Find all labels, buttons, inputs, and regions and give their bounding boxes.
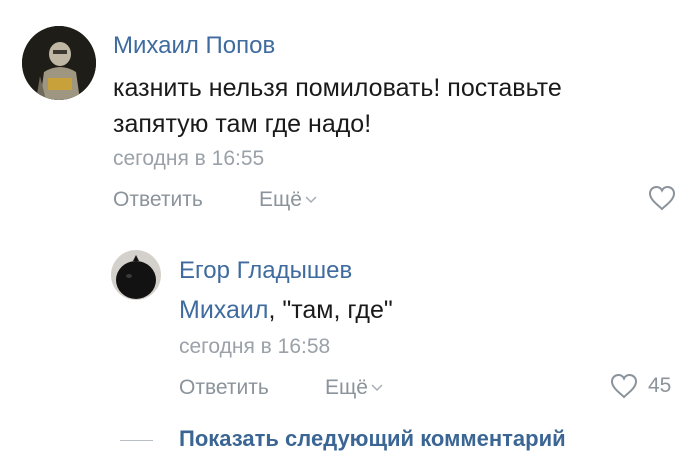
- heart-outline-icon: [648, 185, 676, 211]
- comment-author-name[interactable]: Михаил Попов: [113, 32, 275, 60]
- reply-more-button[interactable]: Ещё: [325, 376, 383, 400]
- like-count: 45: [648, 374, 672, 397]
- reply-timestamp: сегодня в 16:58: [179, 335, 331, 358]
- comment-text-line-1: казнить нельзя помиловать! поставьте: [113, 74, 562, 102]
- more-label: Ещё: [325, 376, 368, 399]
- avatar-dark-round-icon: [111, 250, 161, 300]
- reply-avatar[interactable]: [111, 250, 161, 300]
- reply-author-name[interactable]: Егор Гладышев: [179, 257, 352, 285]
- reply-button[interactable]: Ответить: [113, 188, 203, 212]
- reply-reply-button[interactable]: Ответить: [179, 376, 269, 400]
- comment-text-line-2: запятую там где надо!: [113, 110, 372, 138]
- avatar[interactable]: [22, 26, 96, 100]
- comment-timestamp: сегодня в 16:55: [113, 147, 265, 170]
- reply-text: Михаил, "там, где": [179, 292, 393, 328]
- avatar-knight-icon: [22, 26, 96, 100]
- chevron-down-icon: [305, 196, 317, 204]
- reply-text-content: , "там, где": [268, 296, 393, 324]
- thread-divider: [120, 440, 153, 441]
- reply-like-button[interactable]: 45: [610, 373, 671, 399]
- more-label: Ещё: [259, 188, 302, 211]
- like-button[interactable]: [648, 185, 676, 216]
- heart-outline-icon: [610, 373, 638, 399]
- reply-mention-link[interactable]: Михаил: [179, 296, 268, 324]
- more-button[interactable]: Ещё: [259, 188, 317, 212]
- show-next-comment-button[interactable]: Показать следующий комментарий: [179, 426, 566, 452]
- chevron-down-icon: [371, 384, 383, 392]
